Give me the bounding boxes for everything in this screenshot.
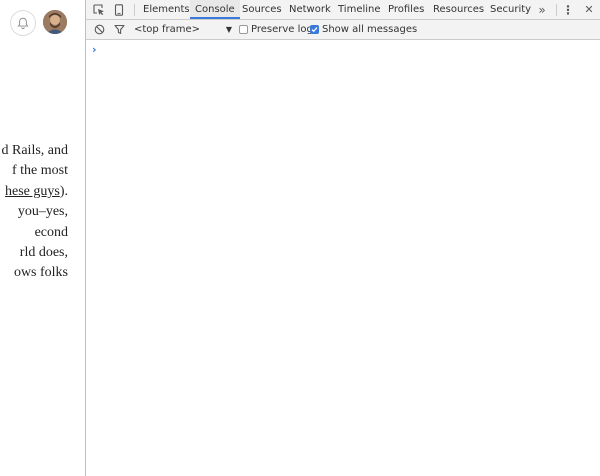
clear-icon — [94, 24, 104, 35]
console-output[interactable]: › — [86, 40, 600, 476]
article-line: rld does, — [19, 245, 68, 261]
tab-elements[interactable]: Elements — [143, 0, 190, 19]
article-body: d Rails, and f the most hese guys). you–… — [0, 141, 69, 284]
article-line: f the most — [12, 163, 68, 179]
inspect-element-button[interactable] — [89, 0, 109, 19]
preserve-log-label: Preserve log — [251, 24, 313, 35]
notifications-button[interactable] — [10, 10, 36, 36]
clear-console-button[interactable] — [89, 20, 109, 39]
filter-icon — [113, 24, 125, 35]
checkmark-icon — [311, 27, 318, 33]
tab-sources[interactable]: Sources — [242, 0, 282, 19]
tab-resources[interactable]: Resources — [433, 0, 484, 19]
device-mode-button[interactable] — [109, 0, 129, 19]
article-line: ows folks — [13, 265, 68, 281]
devtools-panel: Elements Console Sources Network Timelin… — [85, 0, 600, 476]
devtools-tabbar: Elements Console Sources Network Timelin… — [86, 0, 600, 20]
show-all-messages-label: Show all messages — [322, 24, 418, 35]
preserve-log-toggle[interactable]: Preserve log — [239, 20, 313, 39]
filter-button[interactable] — [109, 20, 129, 39]
close-devtools-button[interactable]: ✕ — [579, 0, 599, 19]
article-link[interactable]: hese guys — [5, 184, 60, 199]
console-toolbar: <top frame> ▼ Preserve log Show all mess… — [86, 20, 600, 40]
article-line: you–yes, — [17, 204, 68, 220]
article-line: d Rails, and — [1, 143, 69, 158]
user-avatar[interactable] — [43, 10, 67, 34]
toolbar-divider — [134, 4, 135, 16]
tab-network[interactable]: Network — [289, 0, 331, 19]
frame-select[interactable]: <top frame> ▼ — [134, 20, 232, 39]
tab-security[interactable]: Security — [490, 0, 531, 19]
article-page: d Rails, and f the most hese guys). you–… — [0, 0, 85, 476]
frame-select-value: <top frame> — [134, 24, 200, 35]
toolbar-divider — [556, 4, 557, 16]
inspect-icon — [93, 3, 104, 15]
bell-icon — [17, 17, 29, 29]
dropdown-caret-icon: ▼ — [225, 25, 232, 34]
mobile-device-icon — [114, 3, 124, 16]
article-line: hese guys). — [5, 183, 68, 199]
tab-console[interactable]: Console — [190, 0, 240, 19]
preserve-log-checkbox[interactable] — [239, 25, 248, 34]
tab-timeline[interactable]: Timeline — [338, 0, 381, 19]
article-line: econd — [34, 224, 68, 240]
show-all-messages-checkbox[interactable] — [310, 25, 319, 34]
console-prompt[interactable]: › — [92, 43, 97, 56]
customize-menu-button[interactable]: ⋮ — [558, 0, 578, 19]
more-tabs-button[interactable]: » — [532, 0, 552, 19]
show-all-messages-toggle[interactable]: Show all messages — [310, 20, 417, 39]
tab-profiles[interactable]: Profiles — [388, 0, 424, 19]
